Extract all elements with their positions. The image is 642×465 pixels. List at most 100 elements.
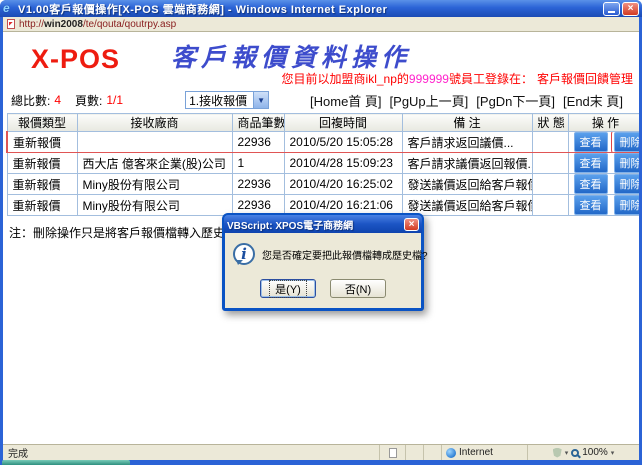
- cell-operation: 查看刪除: [568, 195, 639, 216]
- page-title: 客戶報價資料操作: [3, 38, 579, 74]
- cell-reply-time: 2010/5/20 15:05:28: [284, 132, 402, 153]
- header-quote-type: 報價類型: [7, 114, 77, 132]
- info-icon: i: [233, 243, 255, 265]
- window-frame: http://win2008/te/qouta/qoutrpy.asp X-PO…: [3, 17, 639, 460]
- cell-vendor: 西大店 億客來企業(股)公司: [77, 153, 232, 174]
- dialog-buttons: 是(Y) 否(N): [225, 271, 421, 308]
- quote-type-selected: 1.接收報價: [186, 92, 253, 109]
- yes-button[interactable]: 是(Y): [260, 279, 316, 298]
- zone-label: Internet: [459, 447, 493, 458]
- browser-window: e V1.00客戶報價操作[X-POS 雲端商務網] - Windows Int…: [0, 0, 642, 465]
- dialog-titlebar: VBScript: XPOS電子商務網 ×: [224, 215, 422, 233]
- protected-mode-icon: [553, 448, 562, 458]
- header-vendor: 接收廠商: [77, 114, 232, 132]
- login-employee-number: 999999: [409, 72, 449, 86]
- view-button[interactable]: 查看: [574, 153, 608, 173]
- cell-remark: 發送議價返回給客戶報價...: [402, 174, 532, 195]
- address-bar: http://win2008/te/qouta/qoutrpy.asp: [3, 17, 639, 32]
- header-remark: 備 注: [402, 114, 532, 132]
- cell-reply-time: 2010/4/28 15:09:23: [284, 153, 402, 174]
- view-button[interactable]: 查看: [574, 174, 608, 194]
- zoom-level: 100%: [582, 447, 608, 458]
- header-status: 狀 態: [532, 114, 568, 132]
- document-icon: [389, 448, 397, 458]
- cell-quote-type: 重新報價: [7, 132, 77, 153]
- cell-item-count: 1: [232, 153, 284, 174]
- cell-status: [532, 153, 568, 174]
- cell-status: [532, 132, 568, 153]
- nav-pgup-link[interactable]: [PgUp上一頁]: [390, 91, 469, 110]
- cell-reply-time: 2010/4/20 16:25:02: [284, 174, 402, 195]
- status-spacer: [423, 445, 441, 460]
- internet-explorer-icon: e: [3, 3, 15, 15]
- dialog-title: VBScript: XPOS電子商務網: [227, 217, 404, 232]
- login-suffix: 號員工登錄在：: [449, 72, 533, 86]
- table-row[interactable]: 重新報價 Miny股份有限公司 22936 2010/4/20 16:25:02…: [7, 174, 639, 195]
- cell-quote-type: 重新報價: [7, 153, 77, 174]
- no-button[interactable]: 否(N): [330, 279, 386, 298]
- cell-vendor: Miny股份有限公司: [77, 195, 232, 216]
- delete-button[interactable]: 刪除: [614, 153, 640, 173]
- cell-quote-type: 重新報價: [7, 195, 77, 216]
- chevron-down-icon[interactable]: ▾: [611, 449, 615, 457]
- view-button[interactable]: 查看: [574, 195, 608, 215]
- login-account: ikl_np: [366, 72, 397, 86]
- address-path: /te/qouta/qoutrpy.asp: [83, 19, 176, 30]
- login-of: 的: [397, 72, 409, 86]
- magnifier-icon: [571, 449, 579, 457]
- nav-pgdn-link[interactable]: [PgDn下一頁]: [476, 91, 555, 110]
- status-text: 完成: [3, 445, 379, 460]
- cell-item-count: 22936: [232, 132, 284, 153]
- dialog-close-button[interactable]: ×: [404, 218, 419, 231]
- cell-item-count: 22936: [232, 174, 284, 195]
- chevron-down-icon[interactable]: ▾: [565, 449, 569, 457]
- cell-quote-type: 重新報價: [7, 174, 77, 195]
- window-controls: ×: [603, 2, 639, 16]
- toolbar: 總比數: 4 頁數: 1/1 1.接收報價 ▼ [Home首 頁] [PgUp上…: [3, 89, 639, 111]
- globe-icon: [446, 448, 456, 458]
- security-zone: Internet: [441, 445, 527, 460]
- minimize-button[interactable]: [603, 2, 620, 16]
- view-button[interactable]: 查看: [574, 132, 608, 152]
- quote-type-select[interactable]: 1.接收報價 ▼: [185, 91, 269, 109]
- table-row[interactable]: 重新報價 22936 2010/5/20 15:05:28 客戶請求返回議價..…: [7, 132, 639, 153]
- window-title: V1.00客戶報價操作[X-POS 雲端商務網] - Windows Inter…: [18, 1, 603, 17]
- delete-button[interactable]: 刪除: [614, 174, 640, 194]
- delete-button[interactable]: 刪除: [614, 132, 640, 152]
- total-label: 總比數:: [11, 92, 50, 109]
- status-spacer: [405, 445, 423, 460]
- header-reply-time: 回複時間: [284, 114, 402, 132]
- nav-end-link[interactable]: [End末 頁]: [563, 91, 623, 110]
- page-icon: [7, 19, 15, 29]
- status-doc-panel: [379, 445, 405, 460]
- nav-home-link[interactable]: [Home首 頁]: [310, 91, 382, 110]
- cell-vendor: Miny股份有限公司: [77, 174, 232, 195]
- record-stats: 總比數: 4 頁數: 1/1: [11, 92, 123, 109]
- titlebar: e V1.00客戶報價操作[X-POS 雲端商務網] - Windows Int…: [0, 0, 642, 17]
- zoom-controls: ▾ 100% ▾: [527, 445, 639, 460]
- cell-remark: 客戶請求議價返回報價...: [402, 153, 532, 174]
- cell-status: [532, 174, 568, 195]
- table-row[interactable]: 重新報價 西大店 億客來企業(股)公司 1 2010/4/28 15:09:23…: [7, 153, 639, 174]
- address-protocol: http://: [19, 19, 44, 30]
- vbscript-dialog: VBScript: XPOS電子商務網 × i 您是否確定要把此報價檔轉成歷史檔…: [222, 213, 424, 311]
- login-module: 客戶報價回饋管理: [537, 72, 633, 86]
- header-operation: 操 作: [568, 114, 639, 132]
- delete-button[interactable]: 刪除: [614, 195, 640, 215]
- address-host: win2008: [44, 19, 83, 30]
- cell-remark: 客戶請求返回議價...: [402, 132, 532, 153]
- close-button[interactable]: ×: [622, 2, 639, 16]
- table-header-row: 報價類型 接收廠商 商品筆數 回複時間 備 注 狀 態 操 作: [7, 114, 639, 132]
- cell-remark: 發送議價返回給客戶報價...: [402, 195, 532, 216]
- address-url: http://win2008/te/qouta/qoutrpy.asp: [19, 19, 176, 30]
- header-item-count: 商品筆數: [232, 114, 284, 132]
- login-prefix: 您目前以加盟商: [282, 72, 366, 86]
- cell-operation: 查看刪除: [568, 132, 639, 153]
- page-header: X-POS 客戶報價資料操作 您目前以加盟商ikl_np的999999號員工登錄…: [3, 32, 639, 89]
- yes-button-label: 是(Y): [270, 281, 306, 297]
- cell-operation: 查看刪除: [568, 174, 639, 195]
- login-status: 您目前以加盟商ikl_np的999999號員工登錄在： 客戶報價回饋管理: [282, 70, 633, 87]
- dialog-body: i 您是否確定要把此報價檔轉成歷史檔?: [225, 233, 421, 271]
- chevron-down-icon[interactable]: ▼: [253, 92, 268, 108]
- page-content: X-POS 客戶報價資料操作 您目前以加盟商ikl_np的999999號員工登錄…: [3, 32, 639, 444]
